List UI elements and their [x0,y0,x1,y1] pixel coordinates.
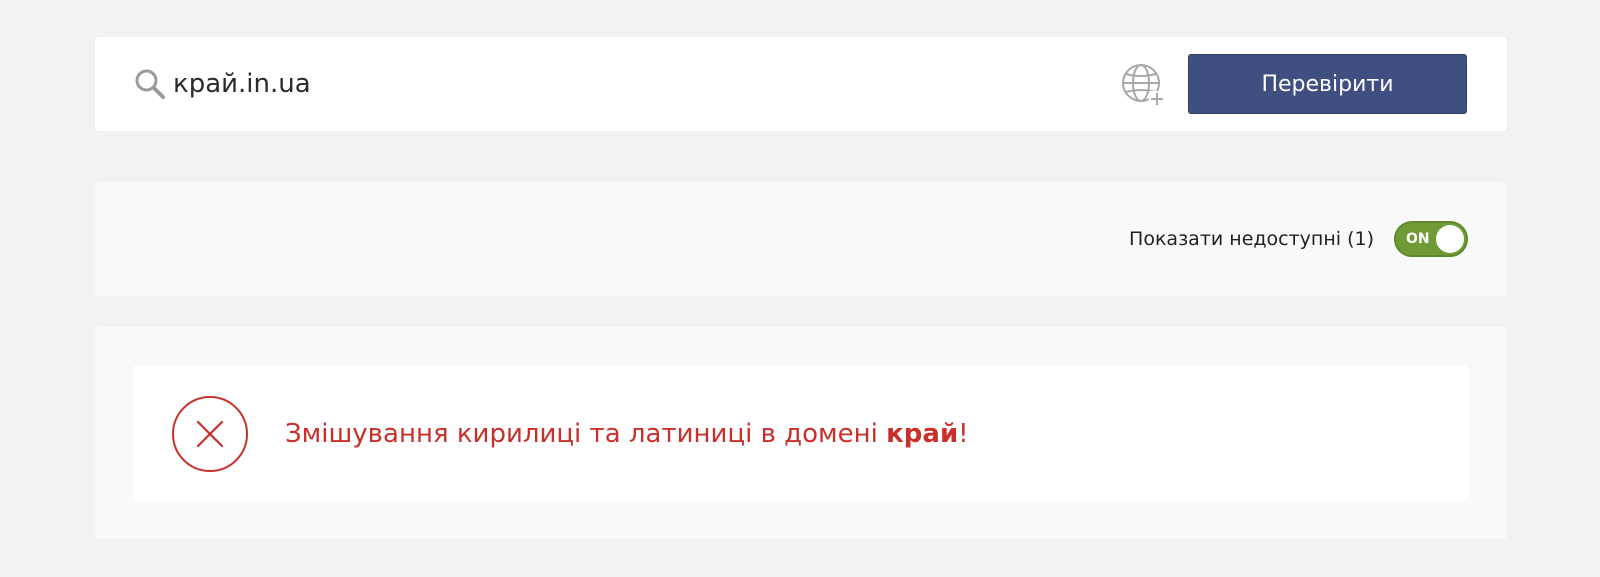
show-unavailable-label: Показати недоступні (1) [1129,228,1374,250]
error-message-prefix: Змішування кирилиці та латиниці в домені [285,419,887,449]
check-button[interactable]: Перевірити [1188,54,1467,114]
error-message: Змішування кирилиці та латиниці в домені… [285,417,969,451]
close-circle-icon [172,396,248,472]
globe-plus-icon[interactable] [1121,63,1165,107]
toggle-state-label: ON [1406,231,1430,247]
error-message-suffix: ! [958,419,969,449]
error-message-domain: край [886,419,959,449]
toggle-knob [1436,225,1464,253]
search-icon [135,69,165,99]
domain-search-input[interactable] [173,60,1073,108]
show-unavailable-toggle[interactable]: ON [1394,221,1468,257]
